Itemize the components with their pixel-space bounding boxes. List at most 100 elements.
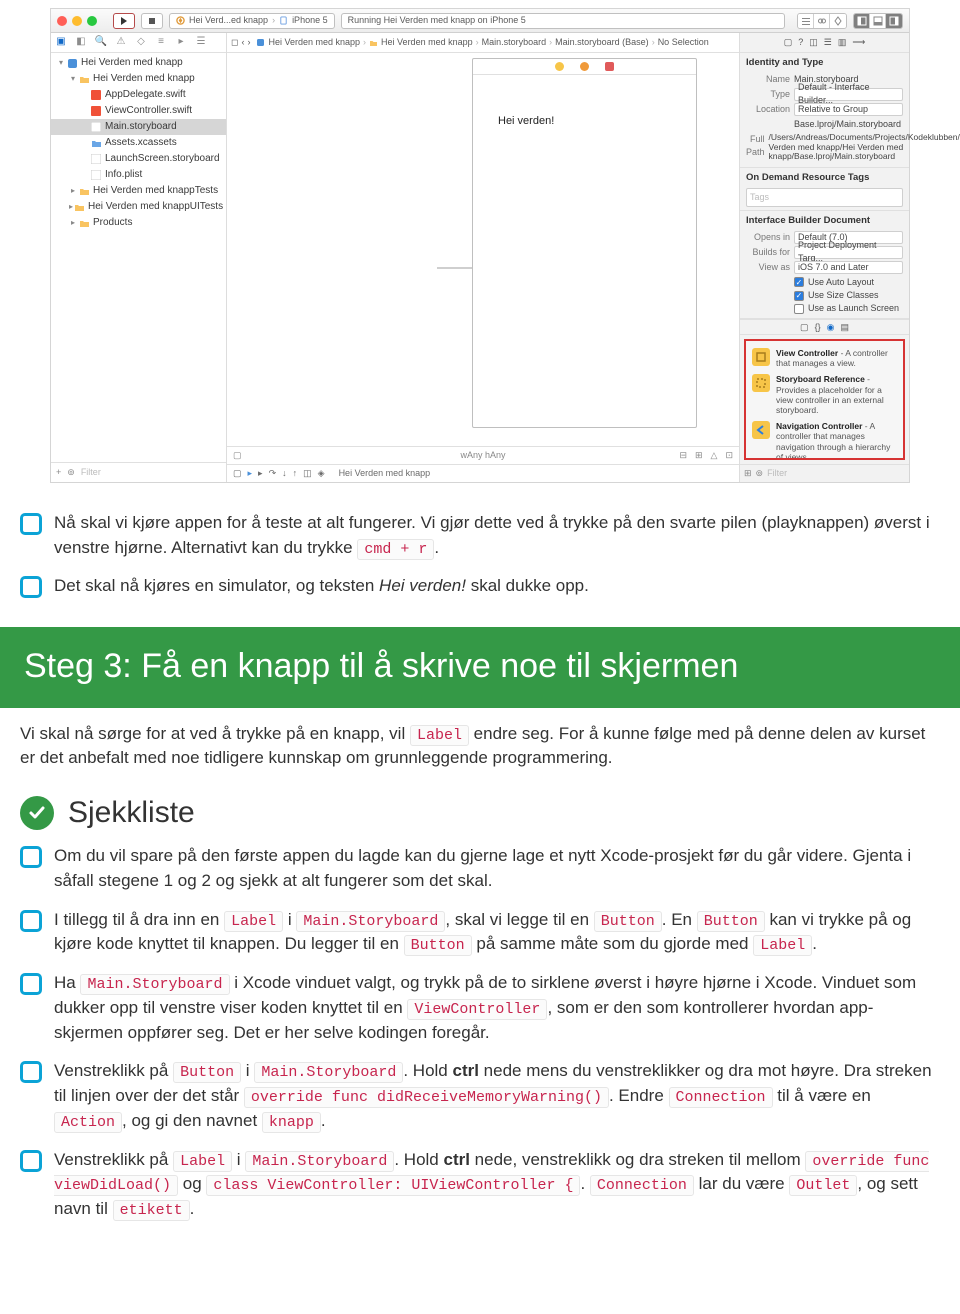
debug-toggle-icon[interactable]: ▢ [233, 467, 242, 480]
tags-field[interactable]: Tags [746, 188, 903, 207]
find-tab-icon[interactable]: 🔍 [95, 37, 107, 49]
help-inspector-icon[interactable]: ? [798, 36, 803, 49]
file-storyboard[interactable]: LaunchScreen.storyboard [51, 151, 226, 167]
checkbox-icon[interactable] [20, 910, 42, 932]
file-template-icon[interactable]: ▢ [800, 321, 809, 334]
crumb[interactable]: Main.storyboard [482, 36, 547, 49]
filter-placeholder[interactable]: Filter [81, 466, 101, 479]
filter-icon[interactable]: ⊚ [756, 467, 764, 480]
crumb[interactable]: Main.storyboard (Base) [555, 36, 649, 49]
folder-uitests[interactable]: ▸Hei Verden med knappUITests [51, 199, 226, 215]
location-icon[interactable]: ◈ [318, 467, 325, 480]
folder-products[interactable]: ▸Products [51, 215, 226, 231]
size-class[interactable]: wAny hAny [355, 449, 611, 462]
crumb[interactable]: Hei Verden med knapp [381, 36, 473, 49]
object-library[interactable]: View Controller - A controller that mana… [744, 339, 905, 460]
stop-button[interactable] [141, 13, 163, 29]
location-select[interactable]: Relative to Group [794, 103, 903, 116]
navigator-tabs[interactable]: ▣ ◧ 🔍 ⚠ ◇ ≡ ▸ ☰ [51, 33, 226, 53]
responder-icon[interactable] [580, 62, 589, 71]
project-root[interactable]: ▾Hei Verden med knapp [51, 55, 226, 71]
jump-bar[interactable]: ◻ ‹ › Hei Verden med knapp› Hei Verden m… [227, 33, 739, 53]
media-library-icon[interactable]: ▤ [840, 321, 849, 334]
code-snippet-icon[interactable]: {} [815, 321, 821, 334]
checkbox-icon[interactable] [20, 1150, 42, 1172]
file-storyboard[interactable]: Main.storyboard [51, 119, 226, 135]
folder-tests[interactable]: ▸Hei Verden med knappTests [51, 183, 226, 199]
align-icon[interactable]: ⊟ [679, 449, 687, 462]
identity-inspector-icon[interactable]: ◫ [809, 36, 818, 49]
library-footer[interactable]: ⊞ ⊚ Filter [740, 464, 909, 482]
back-icon[interactable]: ◻ [231, 36, 238, 49]
file-plist[interactable]: Info.plist [51, 167, 226, 183]
exit-icon[interactable] [605, 62, 614, 71]
file-inspector-icon[interactable]: ▢ [784, 36, 793, 49]
storyboard-canvas[interactable]: Hei verden! [227, 53, 739, 446]
resolve-icon[interactable]: △ [711, 449, 718, 462]
issue-tab-icon[interactable]: ⚠ [115, 37, 127, 49]
filter-icon[interactable]: ⊚ [67, 466, 75, 479]
inspector-tabs[interactable]: ▢ ? ◫ ☰ ▥ ⟶ [740, 33, 909, 53]
project-tab-icon[interactable]: ▣ [55, 37, 67, 49]
window-controls[interactable] [57, 16, 97, 26]
checkbox-autolayout[interactable]: ✓ [794, 277, 804, 287]
step-in-icon[interactable]: ↓ [282, 467, 287, 480]
chevron-left-icon[interactable]: ‹ [241, 36, 244, 49]
checkbox-icon[interactable] [20, 846, 42, 868]
checkbox-icon[interactable] [20, 513, 42, 535]
continue-icon[interactable]: ▸ [258, 467, 263, 480]
debug-tab-icon[interactable]: ≡ [155, 37, 167, 49]
checkbox-launchscreen[interactable] [794, 304, 804, 314]
view-controller-scene[interactable]: Hei verden! [472, 58, 697, 428]
crumb[interactable]: No Selection [658, 36, 709, 49]
scene-dock[interactable] [473, 59, 696, 75]
panel-toggle-segment[interactable] [853, 13, 903, 29]
test-tab-icon[interactable]: ◇ [135, 37, 147, 49]
library-item-viewcontroller[interactable]: View Controller - A controller that mana… [750, 345, 899, 371]
close-icon[interactable] [57, 16, 67, 26]
checkbox-icon[interactable] [20, 576, 42, 598]
navigator-footer[interactable]: + ⊚ Filter [51, 462, 226, 482]
folder-group[interactable]: ▾Hei Verden med knapp [51, 71, 226, 87]
minimize-icon[interactable] [72, 16, 82, 26]
filter-placeholder[interactable]: Filter [767, 467, 787, 480]
breakpoint-icon[interactable]: ▸ [248, 467, 253, 480]
file-tree[interactable]: ▾Hei Verden med knapp ▾Hei Verden med kn… [51, 53, 226, 462]
vc-icon[interactable] [555, 62, 564, 71]
breakpoint-tab-icon[interactable]: ▸ [175, 37, 187, 49]
object-library-icon[interactable]: ◉ [827, 321, 835, 334]
symbol-tab-icon[interactable]: ◧ [75, 37, 87, 49]
library-item-navcontroller[interactable]: Navigation Controller - A controller tha… [750, 418, 899, 460]
view-debug-icon[interactable]: ◫ [303, 467, 312, 480]
library-item-storyboardref[interactable]: Storyboard Reference - Provides a placeh… [750, 371, 899, 418]
file-assets[interactable]: Assets.xcassets [51, 135, 226, 151]
resize-icon[interactable]: ⊡ [725, 449, 733, 462]
checkbox-icon[interactable] [20, 1061, 42, 1083]
run-button[interactable] [113, 13, 135, 29]
file-swift[interactable]: AppDelegate.swift [51, 87, 226, 103]
step-out-icon[interactable]: ↑ [293, 467, 298, 480]
zoom-icon[interactable] [87, 16, 97, 26]
type-select[interactable]: Default - Interface Builder... [794, 88, 903, 101]
editor-mode-segment[interactable] [797, 13, 847, 29]
pin-icon[interactable]: ⊞ [695, 449, 703, 462]
label-element[interactable]: Hei verden! [498, 114, 554, 130]
file-swift[interactable]: ViewController.swift [51, 103, 226, 119]
connections-inspector-icon[interactable]: ⟶ [852, 36, 865, 49]
grid-icon[interactable]: ⊞ [744, 467, 752, 480]
library-tabs[interactable]: ▢ {} ◉ ▤ [740, 319, 909, 335]
checkbox-sizeclasses[interactable]: ✓ [794, 291, 804, 301]
builds-select[interactable]: Project Deployment Targ... [794, 246, 903, 259]
report-tab-icon[interactable]: ☰ [195, 37, 207, 49]
crumb[interactable]: Hei Verden med knapp [268, 36, 360, 49]
debug-bar[interactable]: ▢ ▸ ▸ ↷ ↓ ↑ ◫ ◈ Hei Verden med knapp [227, 464, 739, 482]
step-over-icon[interactable]: ↷ [269, 467, 277, 480]
attributes-inspector-icon[interactable]: ☰ [824, 36, 832, 49]
checkbox-icon[interactable] [20, 973, 42, 995]
add-icon[interactable]: + [56, 466, 61, 479]
viewas-select[interactable]: iOS 7.0 and Later [794, 261, 903, 274]
scheme-selector[interactable]: Hei Verd...ed knapp › iPhone 5 [169, 13, 335, 29]
size-inspector-icon[interactable]: ▥ [838, 36, 847, 49]
chevron-right-icon[interactable]: › [247, 36, 250, 49]
outline-icon[interactable]: ▢ [233, 449, 242, 462]
